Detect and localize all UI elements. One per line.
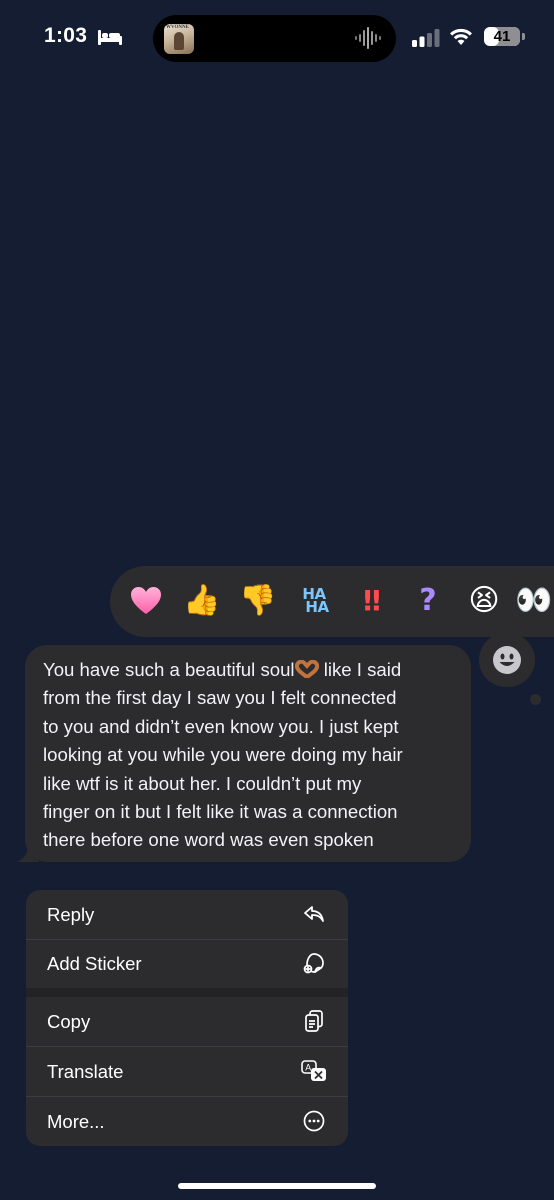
tapback-bar: 👍 👎 HA HA !! ? 😫 👀 bbox=[110, 566, 554, 637]
battery-level: 41 bbox=[493, 28, 511, 45]
menu-item-copy[interactable]: Copy bbox=[26, 997, 348, 1047]
crying-face-icon: 😫 bbox=[468, 584, 500, 617]
message-text: You have such a beautiful soul like I sa… bbox=[43, 656, 461, 855]
haha-reaction[interactable]: HA HA bbox=[293, 580, 335, 622]
wifi-icon bbox=[450, 28, 472, 45]
message-line: looking at you while you were doing my h… bbox=[43, 744, 403, 766]
status-time: 1:03 bbox=[44, 24, 88, 47]
message-bubble[interactable]: You have such a beautiful soul like I sa… bbox=[25, 645, 471, 862]
menu-item-add-sticker[interactable]: Add Sticker bbox=[26, 939, 348, 988]
thumbs-down-reaction[interactable]: 👎 bbox=[237, 580, 279, 622]
svg-text:A: A bbox=[305, 1063, 311, 1073]
heart-reaction[interactable] bbox=[125, 580, 167, 622]
message-line: there before one word was even spoken bbox=[43, 829, 374, 851]
more-icon bbox=[303, 1110, 325, 1132]
thumbs-up-icon: 👍 bbox=[183, 584, 221, 617]
context-menu: Reply Add Sticker Copy Translate A More.… bbox=[26, 890, 348, 1146]
emoji-picker-button[interactable] bbox=[479, 633, 535, 687]
signal-icon bbox=[412, 29, 440, 47]
screen: 1:03 WVONNE 41 👍 👎 HA HA !! ? 😫 👀 You ha… bbox=[0, 0, 554, 1200]
question-reaction[interactable]: ? bbox=[407, 580, 449, 622]
reaction-bar-tail bbox=[530, 694, 541, 705]
sticker-icon bbox=[303, 953, 324, 974]
reply-icon bbox=[304, 906, 324, 922]
waveform-icon bbox=[355, 27, 381, 49]
message-line: from the first day I saw you I felt conn… bbox=[43, 687, 397, 709]
eyes-reaction[interactable]: 👀 bbox=[513, 580, 554, 622]
message-line: to you and didn’t even know you. I just … bbox=[43, 715, 399, 737]
heart-icon bbox=[131, 587, 161, 614]
menu-separator bbox=[26, 988, 348, 997]
heart-hands-icon bbox=[294, 660, 319, 678]
menu-item-reply[interactable]: Reply bbox=[26, 890, 348, 940]
thumbs-down-icon: 👎 bbox=[239, 584, 277, 617]
message-line: finger on it but I felt like it was a co… bbox=[43, 801, 398, 823]
translate-icon: A bbox=[301, 1060, 326, 1081]
menu-item-more[interactable]: More... bbox=[26, 1097, 348, 1146]
message-line: like wtf is it about her. I couldn’t put… bbox=[43, 772, 362, 794]
dynamic-island[interactable]: WVONNE bbox=[153, 15, 396, 62]
question-icon: ? bbox=[419, 583, 437, 618]
bed-icon bbox=[98, 30, 122, 45]
thumbs-up-reaction[interactable]: 👍 bbox=[181, 580, 223, 622]
haha-icon: HA HA bbox=[299, 587, 329, 616]
menu-item-translate[interactable]: Translate A bbox=[26, 1047, 348, 1097]
battery-tip bbox=[522, 33, 525, 40]
message-line-text: You have such a beautiful soul bbox=[43, 659, 295, 680]
menu-item-label: Reply bbox=[47, 904, 95, 925]
menu-item-label: More... bbox=[47, 1111, 105, 1132]
eyes-icon: 👀 bbox=[515, 584, 553, 617]
message-line-text: like I said bbox=[318, 659, 402, 680]
copy-icon bbox=[305, 1010, 323, 1032]
haha-line-2: HA bbox=[305, 598, 329, 616]
exclamation-icon: !! bbox=[361, 584, 382, 617]
message-line: You have such a beautiful soul like I sa… bbox=[43, 656, 461, 684]
battery-icon: 41 bbox=[484, 27, 520, 46]
menu-item-label: Translate bbox=[47, 1061, 124, 1082]
menu-item-label: Copy bbox=[47, 1011, 91, 1032]
smiley-icon bbox=[493, 646, 521, 674]
album-art-text: WVONNE bbox=[166, 25, 189, 30]
home-indicator[interactable] bbox=[178, 1183, 376, 1189]
emphasize-reaction[interactable]: !! bbox=[349, 580, 391, 622]
album-art[interactable]: WVONNE bbox=[164, 24, 194, 54]
crying-reaction[interactable]: 😫 bbox=[463, 580, 505, 622]
menu-item-label: Add Sticker bbox=[47, 953, 142, 974]
